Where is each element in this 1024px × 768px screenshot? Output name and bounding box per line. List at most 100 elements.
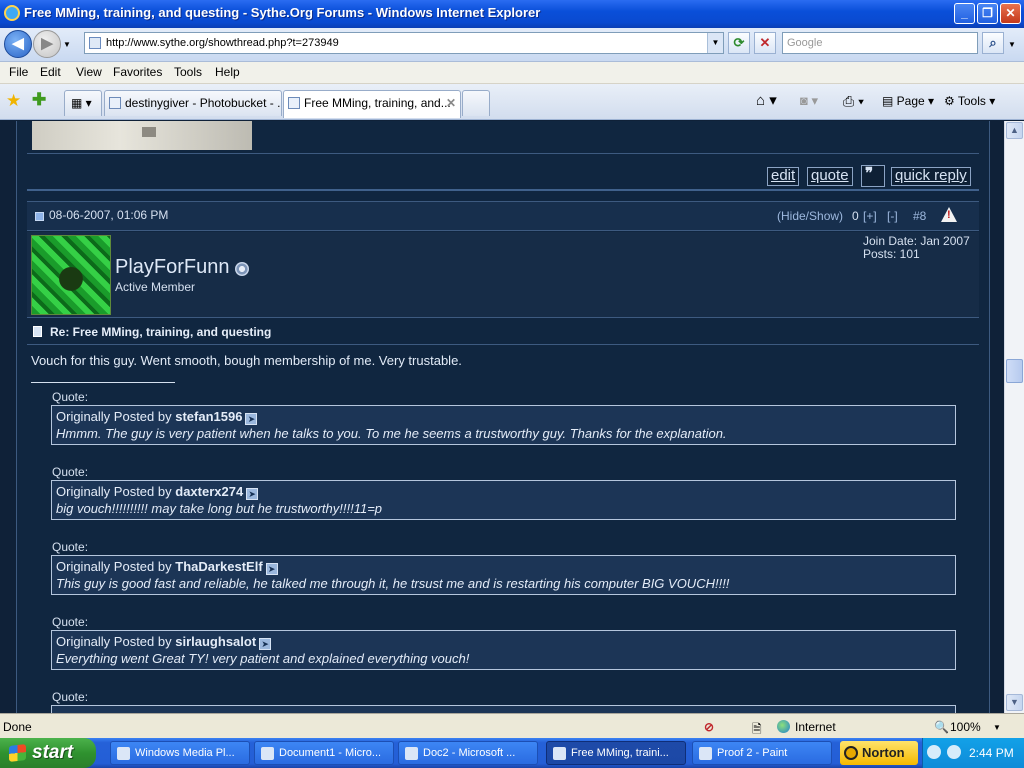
tray-arrow-icon[interactable] xyxy=(927,745,941,759)
new-tab-button[interactable] xyxy=(462,90,490,116)
window-title: Free MMing, training, and questing - Syt… xyxy=(24,5,541,20)
page-menu[interactable]: ▤ Page ▾ xyxy=(882,92,934,110)
address-bar[interactable]: http://www.sythe.org/showthread.php?t=27… xyxy=(84,32,724,54)
menu-tools[interactable]: Tools xyxy=(174,65,202,79)
task-internet-explorer[interactable]: Free MMing, traini... xyxy=(546,741,686,765)
view-post-arrow-icon[interactable]: ➤ xyxy=(259,638,272,650)
tab-close-icon[interactable]: ✕ xyxy=(446,91,456,115)
quote-text: Everything went Great TY! very patient a… xyxy=(56,651,470,666)
security-zone: Internet xyxy=(795,720,836,734)
scroll-thumb[interactable] xyxy=(1006,359,1023,383)
menu-help[interactable]: Help xyxy=(215,65,240,79)
forward-button[interactable]: ▶ xyxy=(33,30,61,58)
phishing-filter-icon[interactable]: ⊘ xyxy=(704,720,714,734)
quote-label: Quote: xyxy=(52,690,89,704)
post-status-icon xyxy=(35,212,44,221)
username-link[interactable]: PlayForFunn xyxy=(115,256,230,279)
menu-edit[interactable]: Edit xyxy=(40,65,61,79)
task-windows-media-player[interactable]: Windows Media Pl... xyxy=(110,741,250,765)
word-icon xyxy=(261,747,274,760)
quote-author: stefan1596 xyxy=(175,409,243,424)
tab-page-icon xyxy=(109,97,121,109)
tab-label: Free MMing, training, and... xyxy=(304,96,451,110)
quote-button[interactable]: quote xyxy=(807,167,853,186)
address-toolbar: ◀ ▶ ▼ http://www.sythe.org/showthread.ph… xyxy=(0,28,1024,62)
quick-tabs-button[interactable]: ▦ ▾ xyxy=(64,90,102,116)
search-button[interactable]: ⌕ xyxy=(982,32,1004,54)
quote-attribution: Originally Posted by stefan1596 ➤ xyxy=(56,409,258,425)
post-number-link[interactable]: #8 xyxy=(913,209,926,223)
minimize-button[interactable]: _ xyxy=(954,3,975,24)
quote-text: Hmmm. The guy is very patient when he ta… xyxy=(56,426,727,441)
norton-button[interactable]: Norton xyxy=(840,741,918,765)
tools-menu[interactable]: ⚙ Tools ▾ xyxy=(944,92,995,110)
add-favorites-icon[interactable]: ✚ xyxy=(32,90,46,110)
task-paint[interactable]: Proof 2 - Paint xyxy=(692,741,832,765)
quote-block: Originally Posted by stefan1596 ➤ Hmmm. T… xyxy=(51,405,956,445)
taskbar: start Windows Media Pl... Document1 - Mi… xyxy=(0,738,1024,768)
page-menu-label: Page xyxy=(896,94,925,108)
back-button[interactable]: ◀ xyxy=(4,30,32,58)
zoom-dropdown-icon[interactable]: ▼ xyxy=(993,723,1001,732)
quote-prefix: Originally Posted by xyxy=(56,634,172,649)
zoom-icon: 🔍 xyxy=(934,720,949,734)
close-button[interactable]: ✕ xyxy=(1000,3,1021,24)
url-text: http://www.sythe.org/showthread.php?t=27… xyxy=(106,37,339,49)
edit-button[interactable]: edit xyxy=(767,167,800,186)
stop-button[interactable]: ✕ xyxy=(754,32,776,54)
internet-zone-icon xyxy=(777,720,790,733)
quote-block xyxy=(51,705,956,713)
view-post-arrow-icon[interactable]: ➤ xyxy=(265,563,278,575)
norton-label: Norton xyxy=(862,745,905,760)
rep-minus-link[interactable]: [-] xyxy=(887,209,898,223)
tray-network-icon[interactable] xyxy=(947,745,961,759)
multiquote-icon[interactable]: ❞ xyxy=(861,165,885,187)
quote-author: sirlaughsalot xyxy=(175,634,257,649)
tab-photobucket[interactable]: destinygiver - Photobucket - ... xyxy=(104,90,282,116)
favorites-star-icon[interactable]: ★ xyxy=(6,91,21,111)
user-title: Active Member xyxy=(115,280,196,294)
post-title-row: Re: Free MMing, training, and questing xyxy=(27,319,979,345)
start-button[interactable]: start xyxy=(0,738,96,768)
quote-label: Quote: xyxy=(52,465,89,479)
menu-favorites[interactable]: Favorites xyxy=(113,65,162,79)
media-player-icon xyxy=(117,747,130,760)
quote-block: Originally Posted by ThaDarkestElf ➤ This… xyxy=(51,555,956,595)
quote-block: Originally Posted by sirlaughsalot ➤ Ever… xyxy=(51,630,956,670)
scroll-down-arrow-icon[interactable]: ▼ xyxy=(1006,694,1023,711)
online-status-icon xyxy=(235,262,249,276)
user-stats: Join Date: Jan 2007 Posts: 101 xyxy=(863,235,970,261)
quote-author: ThaDarkestElf xyxy=(175,559,263,574)
search-options-icon[interactable]: ▼ xyxy=(1008,40,1016,49)
menu-view[interactable]: View xyxy=(76,65,102,79)
home-icon[interactable]: ⌂ ▾ xyxy=(756,92,777,110)
tab-free-mming[interactable]: Free MMing, training, and... ✕ xyxy=(283,90,461,118)
maximize-button[interactable]: ❐ xyxy=(977,3,998,24)
start-label: start xyxy=(32,742,74,763)
report-post-icon[interactable] xyxy=(941,207,957,222)
view-post-arrow-icon[interactable]: ➤ xyxy=(245,413,258,425)
task-document1[interactable]: Document1 - Micro... xyxy=(254,741,394,765)
reputation-count: 0 xyxy=(852,209,859,223)
search-input[interactable]: Google xyxy=(782,32,978,54)
history-dropdown-icon[interactable]: ▼ xyxy=(63,40,71,49)
menu-file[interactable]: File xyxy=(9,65,28,79)
rep-plus-link[interactable]: [+] xyxy=(863,209,877,223)
status-bar: Done ⊘ 🗎 Internet 🔍 100% ▼ xyxy=(0,713,1024,738)
scroll-up-arrow-icon[interactable]: ▲ xyxy=(1006,122,1023,139)
quote-block: Originally Posted by daxterx274 ➤ big vou… xyxy=(51,480,956,520)
print-icon[interactable]: ⎙ ▾ xyxy=(843,92,864,110)
refresh-button[interactable]: ⟳ xyxy=(728,32,750,54)
address-dropdown-icon[interactable]: ▼ xyxy=(707,33,723,53)
vertical-scrollbar[interactable]: ▲ ▼ xyxy=(1004,121,1024,713)
hide-show-link[interactable]: (Hide/Show) xyxy=(777,209,843,223)
feeds-icon[interactable]: ◙ ▾ xyxy=(800,92,818,110)
view-post-arrow-icon[interactable]: ➤ xyxy=(246,488,259,500)
task-doc2[interactable]: Doc2 - Microsoft ... xyxy=(398,741,538,765)
post-title: Re: Free MMing, training, and questing xyxy=(50,325,272,339)
quick-reply-button[interactable]: quick reply xyxy=(891,167,971,186)
post-image xyxy=(32,121,252,150)
zoom-level[interactable]: 100% xyxy=(950,720,981,734)
paint-icon xyxy=(699,747,712,760)
clock[interactable]: 2:44 PM xyxy=(969,746,1014,760)
